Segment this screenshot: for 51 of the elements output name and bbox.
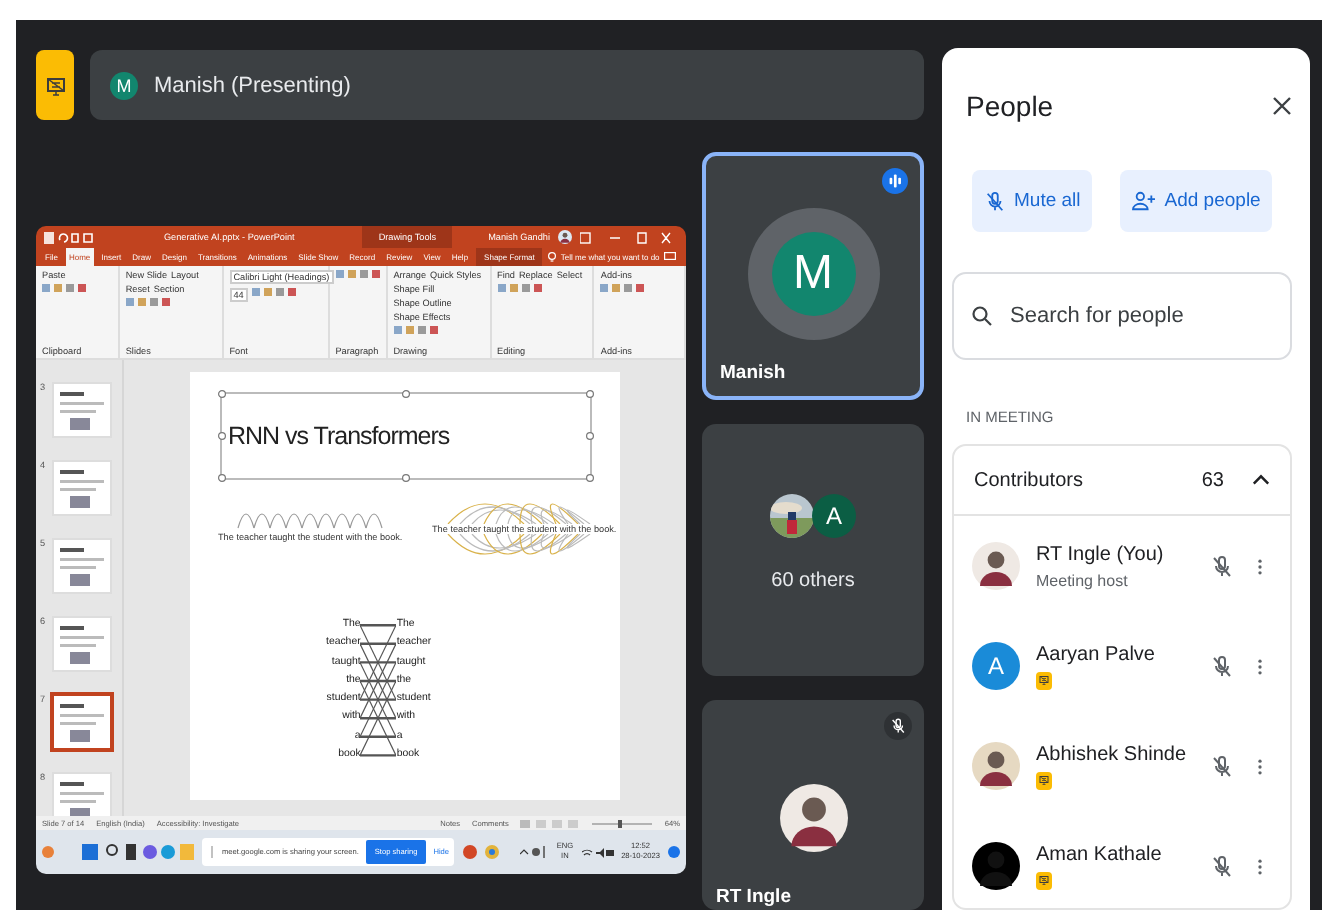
avatar-initial: A [972,642,1020,690]
window-controls-drawing[interactable] [580,231,672,243]
tool-icons-drawing [335,270,380,280]
participant-name: Abhishek Shinde [1036,743,1189,765]
zoom-slider-drawing[interactable] [592,819,653,827]
lightbulb-icon [547,251,556,263]
slide-thumbnail[interactable] [51,694,112,750]
tool-icons-drawing [393,326,438,336]
participant-count: 63 [1201,469,1224,491]
avatar-initial: M [110,71,138,99]
search-icon [970,304,994,328]
add-people-button[interactable]: Add people [1120,170,1273,232]
avatar-icon [558,230,572,244]
tray-icons-drawing[interactable] [520,846,549,858]
participant-name: Manish [720,362,786,384]
search-field[interactable]: Search for people [952,272,1292,360]
participant-role: Meeting host [1036,571,1130,589]
present-button[interactable] [36,50,74,120]
add-person-icon [1132,190,1157,212]
chevron-up-icon[interactable] [1252,474,1270,486]
taskbar-icons-drawing[interactable] [42,842,194,862]
tool-icons-drawing [251,288,296,298]
tool-icons-drawing [497,284,542,294]
participant-name: Aman Kathale [1036,843,1164,865]
avatar-initial: M [771,232,855,316]
mic-off-icon[interactable] [1210,753,1234,779]
participant-count: 60 others [771,569,855,591]
comment-icon[interactable] [664,252,677,262]
participant-name: RT Ingle [716,886,791,908]
panel-title: People [966,90,1054,122]
participant-name: RT Ingle (You) [1036,543,1166,565]
mute-all-button[interactable]: Mute all [972,170,1093,232]
presenter-label: Manish (Presenting) [154,73,351,97]
avatar-icon [779,783,847,851]
tool-icons-drawing [600,284,645,294]
avatar-initial: A [812,493,856,537]
mic-off-icon[interactable] [1210,553,1234,579]
tool-icons-drawing [125,298,170,308]
mute-all-icon [984,189,1006,213]
mic-off-icon[interactable] [1210,653,1234,679]
quick-access-drawing [44,231,96,243]
mic-off-icon[interactable] [1210,853,1234,879]
system-icons-drawing[interactable] [581,847,614,857]
notification-icon[interactable] [668,846,680,858]
slide-title: RNN vs Transformers [228,422,450,450]
close-icon[interactable] [1272,96,1292,116]
group-header[interactable]: Contributors 63 [954,446,1290,516]
screen-icon [43,73,67,97]
participant-name: Aaryan Palve [1036,643,1157,665]
tool-icons-drawing [42,284,86,294]
group-label: Contributors [974,469,1083,491]
